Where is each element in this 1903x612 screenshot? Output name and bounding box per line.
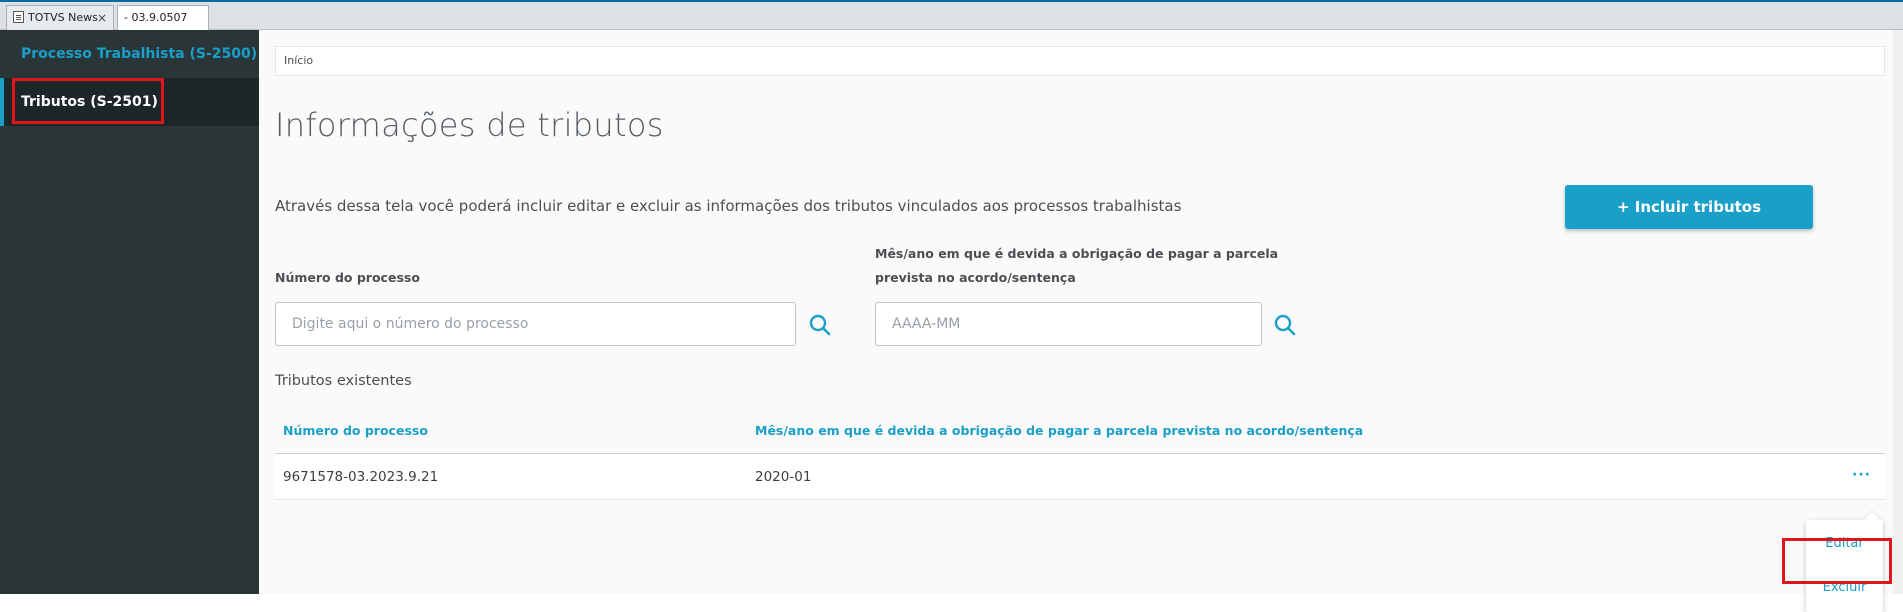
tab-current-routine[interactable]: - 03.9.0507 xyxy=(117,5,209,31)
breadcrumb-home[interactable]: Início xyxy=(284,54,313,67)
add-tributos-button[interactable]: + Incluir tributos xyxy=(1565,185,1813,229)
column-header-process[interactable]: Número do processo xyxy=(283,407,428,454)
page-title: Informações de tributos xyxy=(275,106,664,144)
period-filter-label: Mês/ano em que é devida a obrigação de p… xyxy=(875,242,1278,290)
sidebar-item-processo-trabalhista[interactable]: Processo Trabalhista (S-2500) xyxy=(0,30,259,78)
tab-totvs-news[interactable]: TOTVS News × xyxy=(6,5,114,31)
table-header: Número do processo Mês/ano em que é devi… xyxy=(275,407,1885,454)
search-icon[interactable] xyxy=(808,313,832,337)
cell-period: 2020-01 xyxy=(755,469,812,485)
column-header-period[interactable]: Mês/ano em que é devida a obrigação de p… xyxy=(755,407,1363,454)
sidebar-item-label: Processo Trabalhista (S-2500) xyxy=(21,46,258,62)
row-actions-menu: Editar Excluir xyxy=(1806,511,1883,612)
cell-process-number: 9671578-03.2023.9.21 xyxy=(283,469,439,485)
breadcrumb: Início xyxy=(275,46,1885,76)
tab-label: - 03.9.0507 xyxy=(124,11,188,24)
window-tab-bar: TOTVS News × - 03.9.0507 xyxy=(0,0,1903,31)
menu-item-editar[interactable]: Editar xyxy=(1806,522,1883,566)
process-search-input[interactable]: Digite aqui o número do processo xyxy=(275,302,796,346)
tab-label: TOTVS News xyxy=(28,11,98,24)
period-filter-label-line1: Mês/ano em que é devida a obrigação de p… xyxy=(875,246,1279,261)
sidebar: Processo Trabalhista (S-2500) Tributos (… xyxy=(0,30,259,594)
sidebar-item-tributos[interactable]: Tributos (S-2501) xyxy=(0,78,259,126)
row-actions-more-icon[interactable]: ··· xyxy=(1852,465,1871,485)
menu-item-excluir[interactable]: Excluir xyxy=(1806,566,1883,610)
table-row: 9671578-03.2023.9.21 2020-01 ··· xyxy=(275,455,1885,500)
search-icon[interactable] xyxy=(1273,313,1297,337)
table-title: Tributos existentes xyxy=(275,373,412,389)
period-search-input[interactable]: AAAA-MM xyxy=(875,302,1262,346)
document-icon xyxy=(13,11,24,23)
sidebar-item-label: Tributos (S-2501) xyxy=(21,94,158,110)
process-filter-label: Número do processo xyxy=(275,270,420,285)
vertical-scrollbar[interactable] xyxy=(1893,30,1903,594)
page-description: Através dessa tela você poderá incluir e… xyxy=(275,197,1182,215)
close-icon[interactable]: × xyxy=(97,6,107,30)
main-content: Início Informações de tributos Através d… xyxy=(259,30,1903,612)
period-filter-label-line2: prevista no acordo/sentença xyxy=(875,270,1076,285)
